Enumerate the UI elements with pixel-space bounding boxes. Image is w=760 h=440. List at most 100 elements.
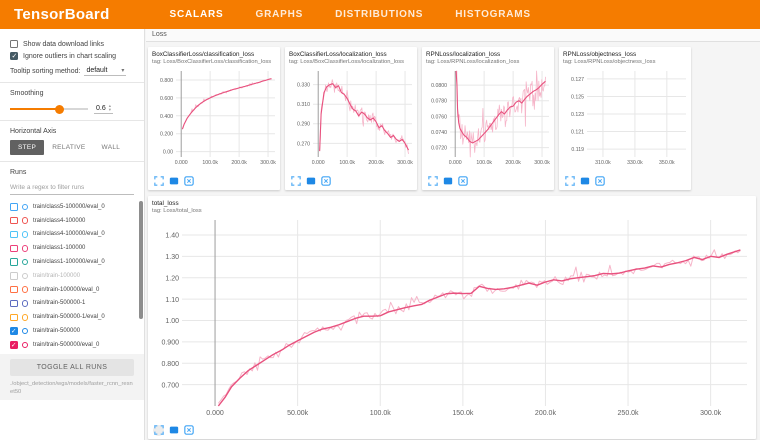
svg-text:300.0k: 300.0k bbox=[534, 160, 550, 166]
fullscreen-icon[interactable] bbox=[153, 425, 164, 436]
resize-chart-icon[interactable] bbox=[168, 176, 179, 187]
tab-histograms[interactable]: HISTOGRAMS bbox=[453, 5, 533, 24]
chart-tag: tag: Loss/RPNLoss/localization_loss bbox=[426, 59, 552, 66]
run-row[interactable]: train/train-500000 bbox=[10, 324, 144, 338]
svg-text:100.0k: 100.0k bbox=[370, 410, 392, 417]
total-loss-chart[interactable]: 1.401.301.201.101.000.9000.8000.7000.000… bbox=[152, 217, 750, 417]
pin-chart-icon[interactable] bbox=[183, 176, 194, 187]
fullscreen-icon[interactable] bbox=[153, 176, 164, 187]
pin-chart-icon[interactable] bbox=[457, 176, 468, 187]
run-row[interactable]: train/class4-100000/eval_0 bbox=[10, 228, 144, 242]
run-checkbox[interactable] bbox=[10, 341, 18, 349]
resize-chart-icon[interactable] bbox=[168, 425, 179, 436]
ignore-outliers-checkbox-row[interactable]: Ignore outliers in chart scaling bbox=[10, 52, 134, 60]
run-row[interactable]: train/train-500000/eval_0 bbox=[10, 338, 144, 352]
svg-text:300.0k: 300.0k bbox=[397, 160, 413, 166]
run-checkbox[interactable] bbox=[10, 327, 18, 335]
svg-text:0.800: 0.800 bbox=[161, 361, 179, 368]
svg-text:330.0k: 330.0k bbox=[627, 160, 643, 166]
chart-title: BoxClassifierLoss/classification_loss bbox=[152, 51, 278, 59]
run-checkbox[interactable] bbox=[10, 217, 18, 225]
svg-text:0.123: 0.123 bbox=[571, 112, 584, 118]
run-checkbox[interactable] bbox=[10, 203, 18, 211]
fullscreen-icon[interactable] bbox=[427, 176, 438, 187]
runs-scrollbar[interactable] bbox=[139, 201, 143, 319]
chart-title: BoxClassifierLoss/localization_loss bbox=[289, 51, 415, 59]
objectness-loss-chart[interactable]: 0.1270.1250.1230.1210.119310.0k330.0k350… bbox=[563, 68, 689, 168]
run-row[interactable]: train/train-500000-1/eval_0 bbox=[10, 310, 144, 324]
svg-text:0.900: 0.900 bbox=[161, 340, 179, 347]
svg-text:300.0k: 300.0k bbox=[700, 410, 722, 417]
run-row[interactable]: train/train-100000 bbox=[10, 269, 144, 283]
category-header-loss[interactable]: Loss bbox=[146, 29, 760, 42]
settings-sidebar: Show data download links Ignore outliers… bbox=[0, 29, 145, 440]
run-row[interactable]: train/train-500000-1 bbox=[10, 297, 144, 311]
stepper-arrows-icon[interactable]: ▴▾ bbox=[109, 104, 111, 112]
axis-wall-button[interactable]: WALL bbox=[94, 140, 129, 155]
show-download-links-checkbox-row[interactable]: Show data download links bbox=[10, 40, 134, 48]
tab-scalars[interactable]: SCALARS bbox=[168, 5, 226, 24]
svg-text:0.0720: 0.0720 bbox=[431, 146, 447, 152]
run-name: train/train-100000 bbox=[33, 273, 80, 279]
pin-chart-icon[interactable] bbox=[183, 425, 194, 436]
run-row[interactable]: train/class1-100000/eval_0 bbox=[10, 255, 144, 269]
run-color-swatch-icon bbox=[22, 245, 29, 252]
run-checkbox[interactable] bbox=[10, 314, 18, 322]
smoothing-slider[interactable] bbox=[10, 108, 88, 110]
run-color-swatch-icon bbox=[22, 217, 29, 224]
resize-chart-icon[interactable] bbox=[305, 176, 316, 187]
svg-text:150.0k: 150.0k bbox=[452, 410, 474, 417]
svg-text:0.400: 0.400 bbox=[160, 114, 173, 120]
run-checkbox[interactable] bbox=[10, 258, 18, 266]
scalars-dashboard: Loss BoxClassifierLoss/classification_lo… bbox=[146, 29, 760, 440]
fullscreen-icon[interactable] bbox=[290, 176, 301, 187]
axis-relative-button[interactable]: RELATIVE bbox=[44, 140, 93, 155]
run-row[interactable]: train/class5-100000/eval_0 bbox=[10, 200, 144, 214]
runs-list: train/class5-100000/eval_0 train/class4-… bbox=[0, 197, 144, 354]
run-checkbox[interactable] bbox=[10, 300, 18, 308]
smoothing-slider-knob[interactable] bbox=[55, 105, 64, 114]
tab-distributions[interactable]: DISTRIBUTIONS bbox=[333, 5, 425, 24]
svg-text:0.290: 0.290 bbox=[297, 122, 310, 128]
run-color-swatch-icon bbox=[22, 231, 29, 238]
svg-text:1.10: 1.10 bbox=[165, 297, 179, 304]
axis-step-button[interactable]: STEP bbox=[10, 140, 44, 155]
resize-chart-icon[interactable] bbox=[579, 176, 590, 187]
run-row[interactable]: train/class4-100000 bbox=[10, 214, 144, 228]
run-checkbox[interactable] bbox=[10, 286, 18, 294]
run-color-swatch-icon bbox=[22, 286, 29, 293]
toggle-all-runs-button[interactable]: TOGGLE ALL RUNS bbox=[10, 359, 134, 376]
chart-actions bbox=[152, 422, 754, 437]
svg-text:100.0k: 100.0k bbox=[339, 160, 355, 166]
box-localization-loss-chart[interactable]: 0.3300.3100.2900.2700.000100.0k200.0k300… bbox=[289, 68, 415, 168]
run-checkbox[interactable] bbox=[10, 245, 18, 253]
tooltip-sorting-select[interactable]: default ▾ bbox=[84, 66, 126, 76]
pin-chart-icon[interactable] bbox=[594, 176, 605, 187]
tooltip-sorting-label: Tooltip sorting method: bbox=[10, 68, 80, 75]
run-checkbox[interactable] bbox=[10, 231, 18, 239]
svg-text:0.121: 0.121 bbox=[571, 130, 584, 136]
runs-filter-input[interactable]: Write a regex to filter runs bbox=[10, 182, 134, 195]
run-checkbox[interactable] bbox=[10, 272, 18, 280]
run-row[interactable]: train/train-100000/eval_0 bbox=[10, 283, 144, 297]
run-row[interactable]: train/class1-100000 bbox=[10, 241, 144, 255]
classification-loss-chart[interactable]: 0.8000.6000.4000.2000.000.000100.0k200.0… bbox=[152, 68, 278, 168]
chart-tag: tag: Loss/BoxClassifierLoss/classificati… bbox=[152, 59, 278, 66]
chart-actions bbox=[152, 173, 278, 188]
tab-graphs[interactable]: GRAPHS bbox=[253, 5, 305, 24]
svg-text:0.00: 0.00 bbox=[163, 150, 173, 156]
run-name: train/train-500000 bbox=[33, 328, 80, 334]
ignore-outliers-checkbox[interactable] bbox=[10, 52, 18, 60]
resize-chart-icon[interactable] bbox=[442, 176, 453, 187]
show-download-links-checkbox[interactable] bbox=[10, 40, 18, 48]
rpn-localization-loss-chart[interactable]: 0.08000.07800.07600.07400.07200.000100.0… bbox=[426, 68, 552, 168]
chart-actions bbox=[289, 173, 415, 188]
runs-section: Runs Write a regex to filter runs bbox=[0, 162, 144, 197]
run-name: train/train-500000/eval_0 bbox=[33, 342, 99, 348]
smoothing-value-input[interactable]: 0.6 ▴▾ bbox=[94, 104, 113, 114]
chart-title: RPNLoss/objectness_loss bbox=[563, 51, 689, 59]
fullscreen-icon[interactable] bbox=[564, 176, 575, 187]
svg-text:100.0k: 100.0k bbox=[476, 160, 492, 166]
pin-chart-icon[interactable] bbox=[320, 176, 331, 187]
run-name: train/class4-100000 bbox=[33, 218, 85, 224]
